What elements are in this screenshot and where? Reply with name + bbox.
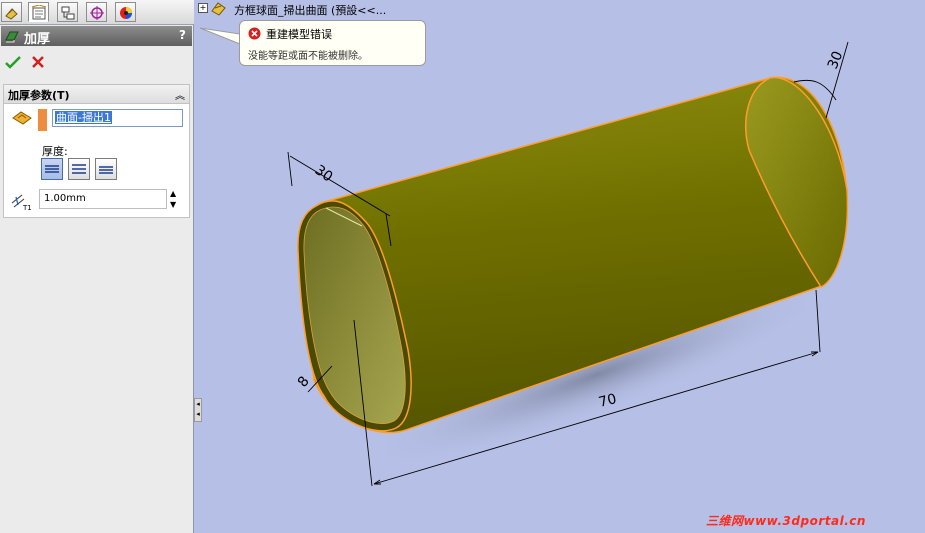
green-check-icon: [5, 56, 21, 69]
balloon-tail: [200, 27, 241, 45]
selected-face-item[interactable]: 曲面-掃出1: [55, 111, 112, 124]
crosshair-icon: [90, 6, 104, 20]
error-title: 重建模型错误: [266, 28, 332, 41]
group-title: 加厚参数(T): [8, 89, 70, 102]
property-sheet-icon: [31, 5, 47, 20]
thicken-side2-button[interactable]: [95, 158, 117, 180]
thicken-side1-icon: [45, 165, 59, 173]
thicken-both-icon: [72, 164, 86, 174]
cancel-button[interactable]: [30, 54, 46, 70]
red-x-icon: [32, 56, 44, 68]
feature-tree-root-label: 方框球面_掃出曲面 (預設<<...: [234, 4, 387, 17]
spin-up-arrow-icon[interactable]: ▲: [170, 189, 176, 198]
manager-tab-strip: [0, 0, 194, 25]
collapse-chevron-icon[interactable]: ︽: [175, 87, 185, 102]
property-manager-header: 加厚 ?: [1, 26, 192, 47]
thickness-label: 厚度:: [42, 145, 68, 158]
feature-tree-icon: [5, 8, 18, 20]
tab-display-manager[interactable]: [115, 2, 136, 22]
error-message: 没能等距或面不能被删除。: [248, 51, 368, 62]
ok-button[interactable]: [5, 54, 21, 70]
angle-dimension[interactable]: 30: [825, 49, 847, 72]
rebuild-error-balloon: 重建模型错误 没能等距或面不能被删除。: [239, 20, 426, 66]
error-icon: [248, 27, 261, 40]
surface-face-icon: [12, 111, 32, 125]
svg-text:T1: T1: [22, 204, 32, 211]
help-button[interactable]: ?: [179, 28, 186, 42]
group-header[interactable]: 加厚参数(T) ︽: [4, 85, 189, 104]
expand-icon[interactable]: +: [198, 3, 208, 13]
tab-dimxpert-manager[interactable]: [86, 2, 107, 22]
thickness-distance-input[interactable]: 1.00mm: [39, 189, 167, 209]
selection-color-swatch: [38, 109, 47, 131]
thicken-feature-icon: [5, 31, 19, 43]
width-dimension[interactable]: 30: [312, 162, 336, 185]
thicken-parameters-group: 加厚参数(T) ︽ 曲面-掃出1 厚度: T1 1.00mm ▲ ▼: [3, 84, 190, 218]
watermark: 三维网www.3dportal.cn: [706, 514, 866, 528]
spin-down-arrow-icon[interactable]: ▼: [170, 200, 176, 209]
thicken-both-button[interactable]: [68, 158, 90, 180]
property-manager-panel: 加厚 ? 加厚参数(T) ︽ 曲面-掃出1 厚度: T1 1.00mm ▲ ▼: [0, 0, 194, 533]
thicken-side2-icon: [99, 166, 113, 174]
graphics-viewport[interactable]: 70 30 30 8: [196, 0, 925, 533]
tab-configuration-manager[interactable]: [57, 2, 78, 22]
configuration-icon: [61, 6, 75, 20]
thickness-t1-icon: T1: [11, 194, 32, 211]
corner-radius-dimension[interactable]: 8: [295, 373, 313, 390]
tab-feature-manager[interactable]: [1, 2, 22, 22]
property-manager-title: 加厚: [24, 32, 51, 47]
thicken-side1-button[interactable]: [41, 158, 63, 180]
face-selection-box[interactable]: 曲面-掃出1: [52, 109, 183, 127]
part-icon: [211, 2, 226, 16]
color-wheel-icon: [120, 7, 132, 19]
tab-property-manager[interactable]: [28, 2, 49, 22]
